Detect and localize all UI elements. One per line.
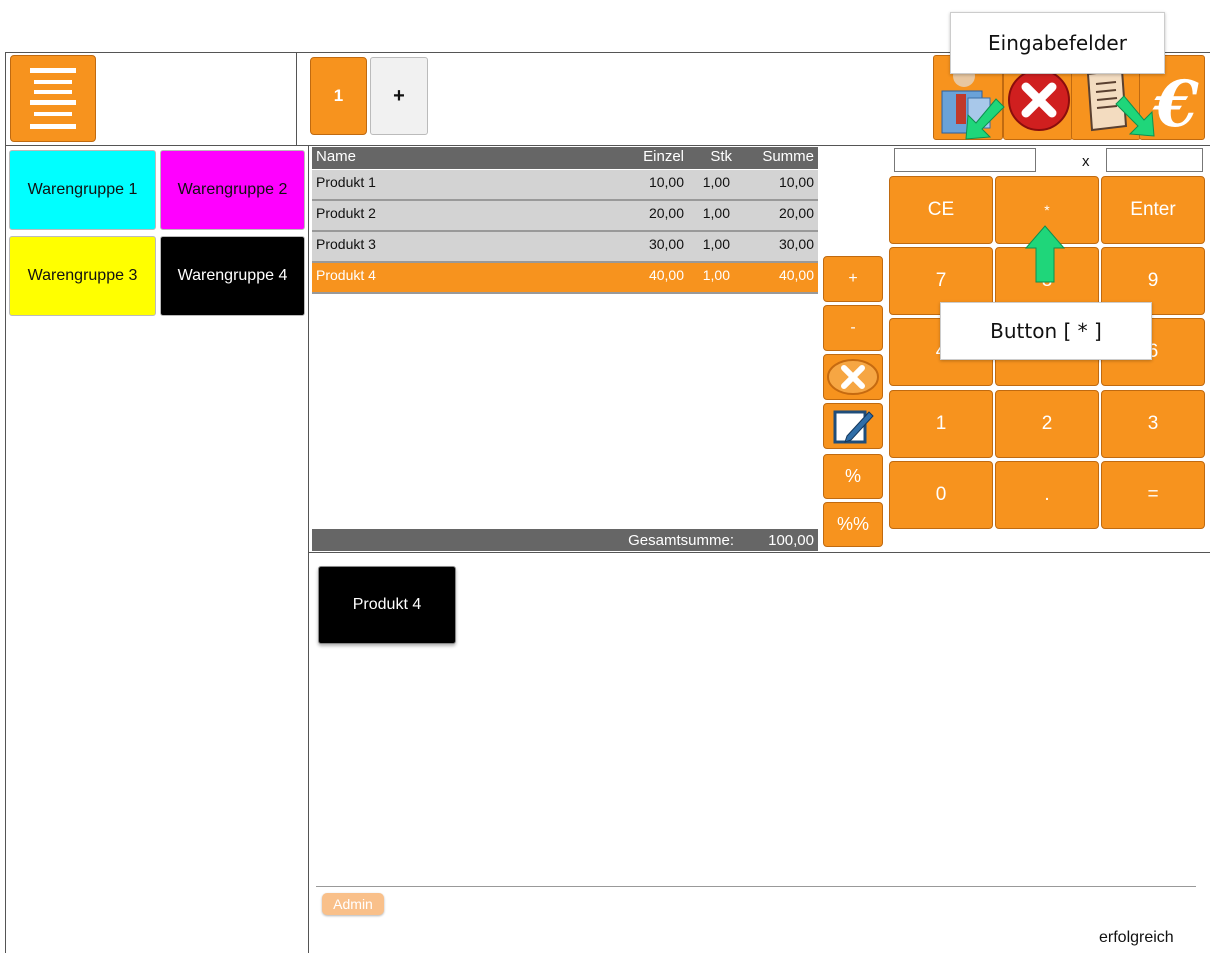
- cell-name: Produkt 1: [316, 174, 376, 190]
- group-label-2: Warengruppe 2: [177, 181, 288, 198]
- group-button-1[interactable]: Warengruppe 1: [9, 150, 156, 230]
- group-button-3[interactable]: Warengruppe 3: [9, 236, 156, 316]
- hamburger-menu-icon: [30, 67, 76, 129]
- group-label-4: Warengruppe 4: [177, 267, 288, 284]
- menu-button[interactable]: [10, 55, 96, 142]
- cell-summe: 40,00: [778, 267, 814, 283]
- key-label: =: [1147, 484, 1159, 505]
- total-label: Gesamtsumme:: [628, 532, 734, 549]
- key-label: CE: [927, 199, 955, 220]
- table-row[interactable]: Produkt 3 30,00 1,00 30,00: [312, 232, 818, 263]
- close-icon: [827, 359, 879, 395]
- percent-button[interactable]: %: [823, 454, 883, 499]
- key-0[interactable]: 0: [889, 461, 993, 529]
- status-text: erfolgreich: [1099, 929, 1174, 946]
- add-tab-label: +: [393, 84, 405, 107]
- key-3[interactable]: 3: [1101, 390, 1205, 458]
- key-label: 3: [1147, 413, 1159, 434]
- col-summe: Summe: [762, 148, 814, 165]
- product-button[interactable]: Produkt 4: [318, 566, 456, 644]
- cell-name: Produkt 3: [316, 236, 376, 252]
- arrow-left-input-icon: [965, 98, 1005, 140]
- key-equals[interactable]: =: [1101, 461, 1205, 529]
- table-row-selected[interactable]: Produkt 4 40,00 1,00 40,00: [312, 263, 818, 294]
- multiply-sign: x: [1082, 153, 1090, 170]
- table-row[interactable]: Produkt 1 10,00 1,00 10,00: [312, 170, 818, 201]
- group-label-3: Warengruppe 3: [27, 267, 138, 284]
- group-label-1: Warengruppe 1: [27, 181, 138, 198]
- cell-summe: 30,00: [778, 236, 814, 252]
- group-button-4[interactable]: Warengruppe 4: [160, 236, 305, 316]
- arrow-up-icon: [1024, 225, 1066, 283]
- minus-button[interactable]: -: [823, 305, 883, 351]
- key-label: 1: [935, 413, 947, 434]
- total-value: 100,00: [768, 532, 814, 549]
- tab-1[interactable]: 1: [310, 57, 367, 135]
- admin-button[interactable]: Admin: [322, 893, 384, 915]
- cell-name: Produkt 4: [316, 267, 376, 283]
- cell-summe: 10,00: [778, 174, 814, 190]
- cell-stk: 1,00: [702, 205, 730, 221]
- table-row[interactable]: Produkt 2 20,00 1,00 20,00: [312, 201, 818, 232]
- percent-percent-label: %%: [836, 514, 869, 534]
- eingabefelder-callout: Eingabefelder: [950, 12, 1165, 74]
- delete-line-button[interactable]: [823, 354, 883, 400]
- cell-einzel: 20,00: [648, 205, 684, 221]
- col-einzel: Einzel: [643, 148, 684, 165]
- button-star-text: Button [ * ]: [990, 319, 1102, 343]
- col-stk: Stk: [710, 148, 732, 165]
- product-label: Produkt 4: [352, 596, 422, 613]
- cell-stk: 1,00: [702, 236, 730, 252]
- key-label: 2: [1041, 413, 1053, 434]
- col-name: Name: [316, 148, 357, 165]
- cell-summe: 20,00: [778, 205, 814, 221]
- plus-button[interactable]: +: [823, 256, 883, 302]
- key-1[interactable]: 1: [889, 390, 993, 458]
- key-label: 0: [935, 484, 947, 505]
- cell-einzel: 30,00: [648, 236, 684, 252]
- eingabefelder-text: Eingabefelder: [988, 31, 1127, 55]
- table-header: Name Einzel Stk Summe: [312, 147, 818, 169]
- button-star-callout: Button [ * ]: [940, 302, 1152, 360]
- edit-icon: [833, 410, 874, 444]
- cell-einzel: 40,00: [648, 267, 684, 283]
- cell-stk: 1,00: [702, 267, 730, 283]
- key-dot[interactable]: .: [995, 461, 1099, 529]
- total-bar: Gesamtsumme: 100,00: [312, 529, 818, 551]
- minus-label: -: [850, 319, 856, 336]
- cell-name: Produkt 2: [316, 205, 376, 221]
- plus-label: +: [848, 270, 858, 287]
- edit-button[interactable]: [823, 403, 883, 449]
- key-label: 9: [1147, 270, 1159, 291]
- cell-stk: 1,00: [702, 174, 730, 190]
- key-label: *: [1044, 202, 1050, 218]
- add-tab-button[interactable]: +: [370, 57, 428, 135]
- key-2[interactable]: 2: [995, 390, 1099, 458]
- key-label: Enter: [1130, 199, 1176, 220]
- percent-label: %: [844, 466, 861, 486]
- cell-einzel: 10,00: [648, 174, 684, 190]
- keypad-input-left[interactable]: [894, 148, 1036, 172]
- key-enter[interactable]: Enter: [1101, 176, 1205, 244]
- key-label: .: [1044, 484, 1050, 505]
- key-label: 7: [935, 270, 947, 291]
- group-button-2[interactable]: Warengruppe 2: [160, 150, 305, 230]
- tab-1-label: 1: [333, 86, 344, 105]
- percent-percent-button[interactable]: %%: [823, 502, 883, 547]
- keypad-input-right[interactable]: [1106, 148, 1203, 172]
- arrow-right-input-icon: [1115, 95, 1155, 137]
- admin-label: Admin: [333, 896, 373, 912]
- key-ce[interactable]: CE: [889, 176, 993, 244]
